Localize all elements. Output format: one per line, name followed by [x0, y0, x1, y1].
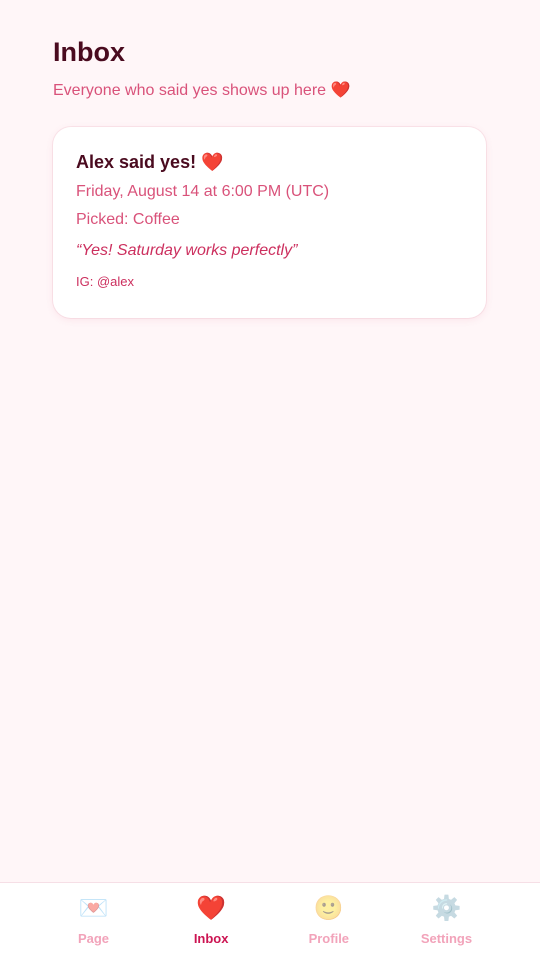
response-message: “Yes! Saturday works perfectly” — [76, 242, 298, 259]
nav-label-profile: Profile — [308, 931, 350, 946]
page-subtitle: Everyone who said yes shows up here ❤️ — [53, 81, 487, 101]
nav-item-inbox[interactable]: ❤️ Inbox — [153, 883, 270, 960]
bottom-nav: 💌 Page ❤️ Inbox 🙂 Profile ⚙️ Settings — [0, 882, 540, 960]
heart-icon: ❤️ — [201, 152, 224, 172]
nav-item-page[interactable]: 💌 Page — [35, 883, 152, 960]
response-title: Alex said yes! ❤️ — [76, 151, 464, 173]
heart-icon: ❤️ — [330, 82, 351, 99]
response-datetime: Friday, August 14 at 6:00 PM (UTC) — [76, 183, 330, 200]
nav-item-settings[interactable]: ⚙️ Settings — [388, 883, 505, 960]
response-picked: Picked: Coffee — [76, 211, 180, 228]
response-instagram[interactable]: IG: @alex — [76, 274, 464, 290]
page-subtitle-text: Everyone who said yes shows up here — [53, 82, 327, 99]
page-title: Inbox — [53, 37, 125, 67]
heart-icon: ❤️ — [196, 895, 227, 922]
page-header: Inbox Everyone who said yes shows up her… — [53, 36, 487, 101]
nav-label-page: Page — [77, 931, 110, 946]
nav-label-inbox: Inbox — [193, 931, 229, 946]
response-name: Alex said yes! — [76, 152, 197, 172]
smiley-icon: 🙂 — [313, 895, 344, 922]
love-letter-icon: 💌 — [78, 895, 109, 922]
inbox-card[interactable]: Alex said yes! ❤️ Friday, August 14 at 6… — [53, 127, 486, 318]
inbox-screen: Inbox Everyone who said yes shows up her… — [0, 0, 540, 960]
nav-item-profile[interactable]: 🙂 Profile — [270, 883, 387, 960]
nav-label-settings: Settings — [420, 931, 473, 946]
gear-icon: ⚙️ — [431, 895, 462, 922]
